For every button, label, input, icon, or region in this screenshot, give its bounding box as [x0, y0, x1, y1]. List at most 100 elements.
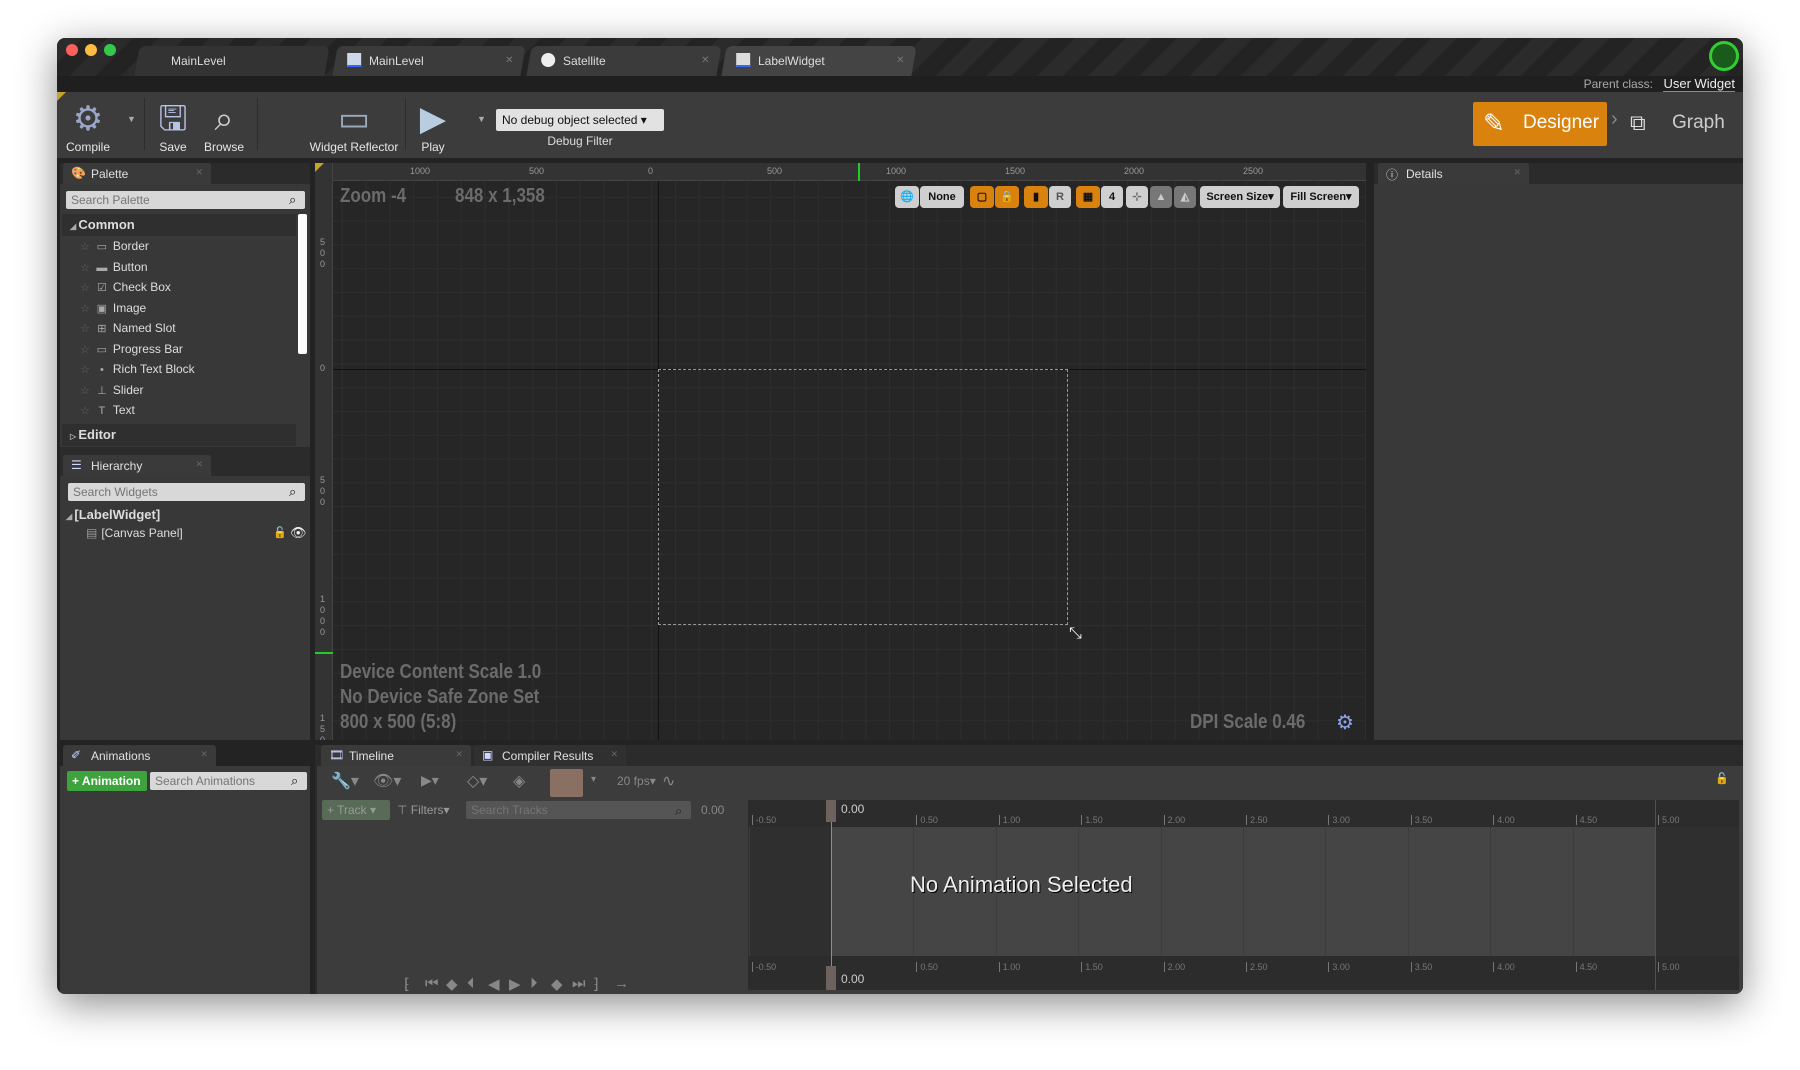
browse-button[interactable]: ⌕ Browse [199, 98, 249, 154]
tracks-search-input[interactable] [466, 801, 691, 819]
grid-size-dropdown[interactable]: 4 [1101, 186, 1123, 208]
favorite-star-icon[interactable]: ☆ [80, 323, 90, 335]
favorite-star-icon[interactable]: ☆ [80, 262, 90, 274]
palette-item[interactable]: ☆ ☑ Check Box [80, 280, 171, 300]
parent-class-link[interactable]: User Widget [1663, 76, 1735, 92]
resize-handle-icon[interactable]: ⤡ [1069, 625, 1082, 643]
dpi-settings-gear-icon[interactable]: ⚙ [1336, 710, 1354, 735]
close-tab-icon[interactable]: ✕ [200, 749, 208, 760]
play-options-dropdown[interactable]: ▼ [477, 114, 486, 124]
favorite-star-icon[interactable]: ☆ [80, 282, 90, 294]
close-tab-icon[interactable]: ✕ [195, 167, 203, 178]
tab-mainlevel-1[interactable]: MainLevel [134, 46, 330, 76]
timeline-track-area[interactable]: -0.50 -0.50 0.50 0.50 1.00 1.00 1.50 1.50 2.00 2.… [748, 800, 1739, 990]
palette-item[interactable]: ☆ ⊞ Named Slot [80, 321, 176, 341]
play-button-icon[interactable]: ▶ [509, 975, 521, 993]
unlock-icon[interactable]: 🔓 [273, 526, 287, 539]
hierarchy-tab[interactable]: ☰ Hierarchy ✕ [63, 455, 211, 476]
details-tab[interactable]: ⓘ Details ✕ [1378, 163, 1529, 184]
fill-screen-dropdown[interactable]: Fill Screen▾ [1283, 186, 1359, 208]
save-button[interactable]: 🖫 Save [153, 98, 193, 154]
hierarchy-search-input[interactable] [68, 483, 305, 501]
close-tab-icon[interactable]: ✕ [896, 55, 904, 66]
palette-item[interactable]: ☆ • Rich Text Block [80, 362, 195, 382]
play-button[interactable]: ▶ Play [413, 98, 453, 154]
tab-satellite[interactable]: Satellite ✕ [526, 46, 722, 76]
snap-dropdown[interactable]: ▾ [591, 774, 596, 785]
favorite-star-icon[interactable]: ☆ [80, 385, 90, 397]
close-tab-icon[interactable]: ✕ [195, 459, 203, 470]
wrench-icon[interactable]: 🔧▾ [331, 771, 359, 791]
to-start-button-icon[interactable]: ⁅ [404, 975, 410, 993]
play-options-icon[interactable]: ▶▾ [421, 772, 439, 789]
debug-object-dropdown[interactable]: No debug object selected ▾ [496, 109, 664, 131]
play-reverse-button-icon[interactable]: ◀ [488, 975, 500, 993]
animations-search-input[interactable] [150, 772, 307, 790]
favorite-star-icon[interactable]: ☆ [80, 303, 90, 315]
add-animation-button[interactable]: + Animation [67, 771, 147, 791]
palette-item[interactable]: ☆ ▣ Image [80, 301, 146, 321]
favorite-star-icon[interactable]: ☆ [80, 364, 90, 376]
palette-item[interactable]: ☆ ▬ Button [80, 260, 148, 280]
palette-tab[interactable]: 🎨 Palette ✕ [63, 163, 211, 184]
grid-snap-icon[interactable]: ▦ [1076, 186, 1100, 208]
world-icon[interactable]: 🌐 [895, 186, 919, 208]
animations-tab[interactable]: ✐ Animations ✕ [63, 745, 216, 766]
eye-icon[interactable]: 👁 [290, 525, 307, 541]
tab-mainlevel-2[interactable]: MainLevel ✕ [332, 46, 526, 76]
palette-item[interactable]: ☆ ⊥ Slider [80, 383, 144, 403]
key-settings-icon[interactable]: ◈ [513, 771, 525, 791]
lock-icon[interactable]: 🔓 [1715, 772, 1729, 785]
maximize-window-button[interactable] [104, 44, 116, 56]
palette-item[interactable]: ☆ T Text [80, 403, 135, 423]
palette-scrollbar[interactable] [298, 214, 307, 354]
playhead-top[interactable] [826, 800, 836, 822]
screen-size-dropdown[interactable]: Screen Size▾ [1200, 186, 1280, 208]
tree-item-labelwidget[interactable]: ◢ [LabelWidget] [66, 507, 160, 522]
tree-item-canvas-panel[interactable]: ▤ [Canvas Panel] [86, 526, 183, 540]
close-tab-icon[interactable]: ✕ [455, 749, 463, 760]
compile-button[interactable]: ⚙ Compile [63, 98, 113, 154]
eye-icon[interactable]: 👁▾ [373, 771, 401, 791]
fps-dropdown[interactable]: 20 fps▾ [617, 774, 656, 788]
close-window-button[interactable] [66, 44, 78, 56]
graph-mode-button[interactable]: ⧉ Graph [1628, 102, 1728, 146]
curve-editor-icon[interactable]: ∿ [662, 771, 675, 791]
favorite-star-icon[interactable]: ☆ [80, 344, 90, 356]
palette-item[interactable]: ☆ ▭ Border [80, 239, 149, 259]
current-time-field[interactable]: 0.00 [701, 803, 724, 817]
lock-icon[interactable]: 🔒 [995, 186, 1019, 208]
step-forward-button-icon[interactable]: ⏵ [530, 975, 538, 992]
palette-search-input[interactable] [66, 191, 305, 209]
close-tab-icon[interactable]: ✕ [701, 55, 709, 66]
respect-locks-icon[interactable]: ▮ [1024, 186, 1048, 208]
close-tab-icon[interactable]: ✕ [610, 749, 618, 760]
widget-reflector-button[interactable]: ▭ Widget Reflector [294, 98, 414, 154]
minimize-window-button[interactable] [85, 44, 97, 56]
tab-timeline[interactable]: 🎞 Timeline ✕ [321, 745, 471, 766]
favorite-star-icon[interactable]: ☆ [80, 241, 90, 253]
palette-item[interactable]: ☆ ▭ Progress Bar [80, 342, 183, 362]
close-tab-icon[interactable]: ✕ [1513, 167, 1521, 178]
source-control-icon[interactable] [1709, 41, 1739, 71]
favorite-star-icon[interactable]: ☆ [80, 405, 90, 417]
step-back-button-icon[interactable]: ⏴ [467, 975, 475, 992]
relative-toggle[interactable]: R [1049, 186, 1071, 208]
add-track-button[interactable]: + Track ▾ [322, 800, 390, 820]
prev-key-frame-button-icon[interactable]: ◆ [446, 975, 458, 993]
category-editor[interactable]: ▷ Editor [62, 424, 296, 446]
localization-preview-dropdown[interactable]: None [920, 186, 964, 208]
to-end-button-icon[interactable]: ⁆ [593, 975, 599, 993]
key-icon[interactable]: ◇▾ [467, 771, 487, 791]
flip-icon[interactable]: ◭ [1174, 186, 1196, 208]
transform-icon[interactable]: ⊹ [1126, 186, 1148, 208]
prev-key-button-icon[interactable]: ⏮ [425, 975, 439, 992]
compile-options-dropdown[interactable]: ▼ [127, 114, 136, 124]
designer-canvas[interactable]: 1000 500 0 500 1000 1500 2000 2500 500 0 500 1000 1… [315, 163, 1366, 740]
image-icon[interactable]: ▲ [1150, 186, 1172, 208]
designer-mode-button[interactable]: ✎ Designer [1473, 102, 1607, 146]
next-key-frame-button-icon[interactable]: ◆ [551, 975, 563, 993]
loop-button-icon[interactable]: → [614, 975, 629, 992]
filters-dropdown[interactable]: ⊤ Filters▾ [397, 803, 450, 817]
close-tab-icon[interactable]: ✕ [505, 55, 513, 66]
